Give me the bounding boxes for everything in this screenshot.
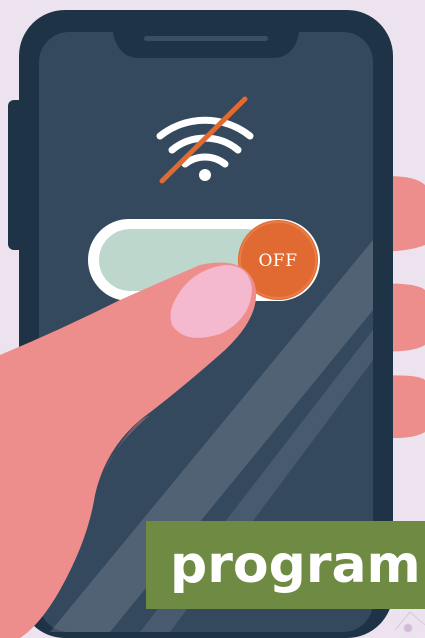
programming-banner: programm [146,521,425,609]
toggle-state-label: OFF [258,251,298,271]
banner-text: programm [170,535,425,595]
phone-speaker [144,36,268,41]
